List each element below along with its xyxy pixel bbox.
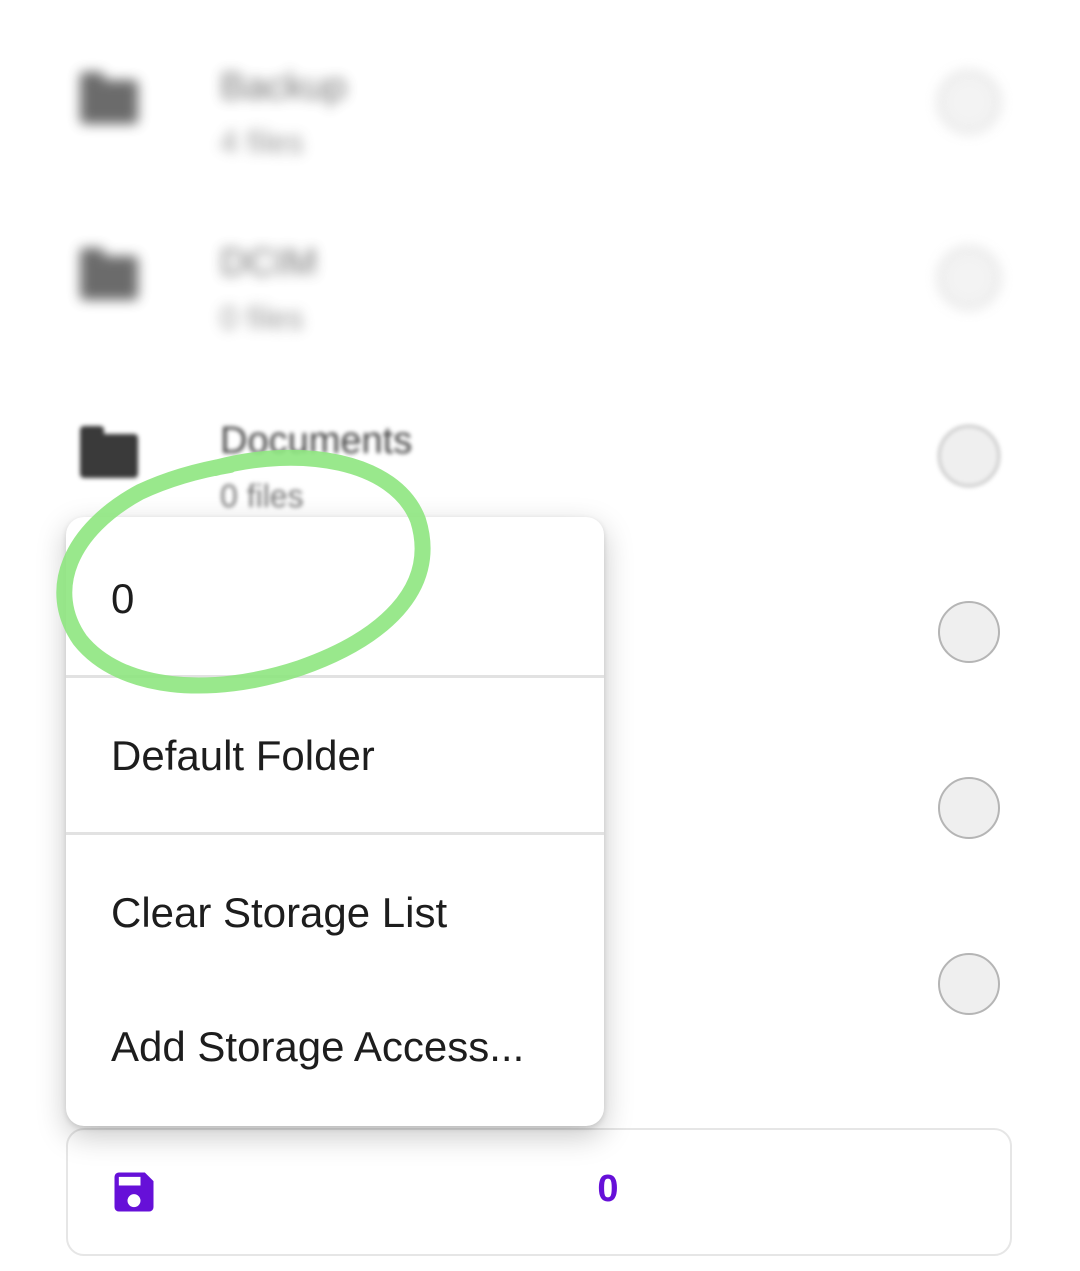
folder-icon: [80, 426, 138, 478]
menu-item-label: Default Folder: [111, 732, 375, 779]
menu-item-label: Clear Storage List: [111, 889, 448, 936]
menu-item-label: 0: [111, 575, 135, 622]
floppy-disk-save-icon: [114, 1172, 154, 1212]
folder-count: 0 files: [220, 478, 304, 514]
menu-item-label: Add Storage Access...: [111, 1023, 525, 1070]
folder-row-backup[interactable]: Backup 4 files: [0, 14, 1080, 190]
radio-button[interactable]: [938, 777, 1000, 839]
folder-count: 0 files: [220, 300, 304, 336]
radio-button[interactable]: [938, 425, 1000, 487]
menu-item-default-folder[interactable]: Default Folder: [66, 678, 604, 833]
storage-selector-bar[interactable]: 0: [66, 1128, 1012, 1256]
folder-icon: [80, 248, 138, 300]
folder-name: Documents: [220, 420, 413, 462]
menu-item-add-storage-access[interactable]: Add Storage Access...: [66, 975, 604, 1125]
folder-icon: [80, 72, 138, 124]
folder-row-dcim[interactable]: DCIM 0 files: [0, 190, 1080, 366]
storage-value: 0: [597, 1168, 619, 1210]
folder-name: DCIM: [220, 242, 318, 284]
radio-button[interactable]: [938, 71, 1000, 133]
folder-name: Backup: [220, 66, 347, 108]
menu-item-clear-storage-list[interactable]: Clear Storage List: [66, 835, 604, 975]
radio-button[interactable]: [938, 601, 1000, 663]
folder-count: 4 files: [220, 124, 304, 160]
storage-popup-menu: 0 Default Folder Clear Storage List Add …: [66, 517, 604, 1126]
menu-item-storage-0[interactable]: 0: [66, 517, 604, 677]
radio-button[interactable]: [938, 247, 1000, 309]
radio-button[interactable]: [938, 953, 1000, 1015]
